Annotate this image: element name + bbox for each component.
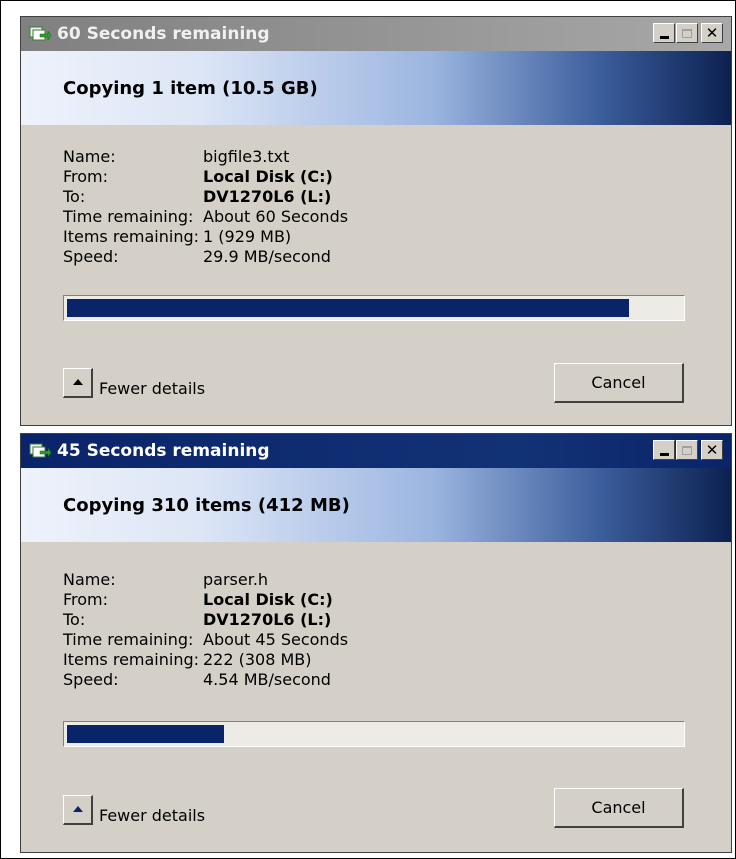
progress-bar bbox=[63, 295, 685, 321]
detail-value: parser.h bbox=[203, 570, 269, 589]
progress-bar bbox=[63, 721, 685, 747]
detail-label: Speed: bbox=[63, 247, 119, 266]
detail-value: 222 (308 MB) bbox=[203, 650, 312, 669]
details-toggle: Fewer details bbox=[63, 367, 205, 398]
file-copy-icon bbox=[29, 442, 51, 460]
details-list: Name: parser.h From: Local Disk (C:) To:… bbox=[63, 570, 348, 690]
window-title: 45 Seconds remaining bbox=[57, 441, 270, 461]
detail-value: Local Disk (C:) bbox=[203, 590, 333, 609]
detail-label: Items remaining: bbox=[63, 650, 200, 669]
detail-row-from: From: Local Disk (C:) bbox=[63, 167, 348, 187]
detail-row-name: Name: parser.h bbox=[63, 570, 348, 590]
header-band: Copying 1 item (10.5 GB) bbox=[21, 51, 731, 125]
progress-fill bbox=[67, 725, 224, 743]
progress-fill bbox=[67, 299, 629, 317]
detail-value: 29.9 MB/second bbox=[203, 247, 331, 266]
detail-label: Items remaining: bbox=[63, 227, 200, 246]
minimize-icon bbox=[659, 452, 669, 456]
chevron-up-icon bbox=[72, 379, 83, 385]
detail-label: Time remaining: bbox=[63, 207, 194, 226]
file-copy-icon bbox=[29, 25, 51, 43]
cancel-button[interactable]: Cancel bbox=[554, 363, 684, 403]
details-toggle: Fewer details bbox=[63, 794, 205, 825]
maximize-button[interactable] bbox=[676, 440, 698, 460]
title-bar[interactable]: 45 Seconds remaining ✕ bbox=[21, 434, 731, 468]
close-icon: ✕ bbox=[705, 440, 719, 459]
detail-row-time-remaining: Time remaining: About 60 Seconds bbox=[63, 207, 348, 227]
detail-row-to: To: DV1270L6 (L:) bbox=[63, 610, 348, 630]
caption-buttons: ✕ bbox=[653, 23, 723, 43]
close-button[interactable]: ✕ bbox=[701, 440, 723, 460]
fewer-details-label[interactable]: Fewer details bbox=[99, 806, 205, 825]
detail-row-name: Name: bigfile3.txt bbox=[63, 147, 348, 167]
fewer-details-label[interactable]: Fewer details bbox=[99, 379, 205, 398]
detail-row-time-remaining: Time remaining: About 45 Seconds bbox=[63, 630, 348, 650]
details-list: Name: bigfile3.txt From: Local Disk (C:)… bbox=[63, 147, 348, 267]
cancel-button[interactable]: Cancel bbox=[554, 788, 684, 828]
detail-value: Local Disk (C:) bbox=[203, 167, 333, 186]
window-title: 60 Seconds remaining bbox=[57, 24, 270, 44]
detail-label: Speed: bbox=[63, 670, 119, 689]
copy-progress-dialog: 45 Seconds remaining ✕ Copying 310 items… bbox=[20, 433, 732, 853]
detail-row-speed: Speed: 4.54 MB/second bbox=[63, 670, 348, 690]
title-bar[interactable]: 60 Seconds remaining ✕ bbox=[21, 17, 731, 51]
copy-progress-dialog: 60 Seconds remaining ✕ Copying 1 item (1… bbox=[20, 16, 732, 426]
detail-row-items-remaining: Items remaining: 1 (929 MB) bbox=[63, 227, 348, 247]
detail-row-items-remaining: Items remaining: 222 (308 MB) bbox=[63, 650, 348, 670]
detail-value: DV1270L6 (L:) bbox=[203, 610, 332, 629]
detail-value: DV1270L6 (L:) bbox=[203, 187, 332, 206]
detail-value: bigfile3.txt bbox=[203, 147, 290, 166]
detail-label: Time remaining: bbox=[63, 630, 194, 649]
detail-row-from: From: Local Disk (C:) bbox=[63, 590, 348, 610]
detail-value: About 45 Seconds bbox=[203, 630, 349, 649]
detail-label: From: bbox=[63, 167, 109, 186]
detail-row-to: To: DV1270L6 (L:) bbox=[63, 187, 348, 207]
detail-value: 4.54 MB/second bbox=[203, 670, 331, 689]
minimize-button[interactable] bbox=[653, 440, 675, 460]
chevron-up-icon bbox=[72, 806, 83, 812]
maximize-icon bbox=[682, 445, 692, 455]
minimize-button[interactable] bbox=[653, 23, 675, 43]
detail-value: 1 (929 MB) bbox=[203, 227, 292, 246]
copy-summary: Copying 1 item (10.5 GB) bbox=[63, 77, 318, 99]
fewer-details-button[interactable] bbox=[63, 367, 93, 398]
minimize-icon bbox=[659, 35, 669, 39]
maximize-icon bbox=[682, 28, 692, 38]
header-band: Copying 310 items (412 MB) bbox=[21, 468, 731, 542]
detail-label: To: bbox=[63, 610, 86, 629]
detail-label: Name: bbox=[63, 570, 116, 589]
detail-label: Name: bbox=[63, 147, 116, 166]
detail-label: From: bbox=[63, 590, 109, 609]
detail-label: To: bbox=[63, 187, 86, 206]
maximize-button[interactable] bbox=[676, 23, 698, 43]
detail-value: About 60 Seconds bbox=[203, 207, 349, 226]
fewer-details-button[interactable] bbox=[63, 794, 93, 825]
close-icon: ✕ bbox=[705, 23, 719, 42]
close-button[interactable]: ✕ bbox=[701, 23, 723, 43]
detail-row-speed: Speed: 29.9 MB/second bbox=[63, 247, 348, 267]
copy-summary: Copying 310 items (412 MB) bbox=[63, 494, 350, 516]
caption-buttons: ✕ bbox=[653, 440, 723, 460]
